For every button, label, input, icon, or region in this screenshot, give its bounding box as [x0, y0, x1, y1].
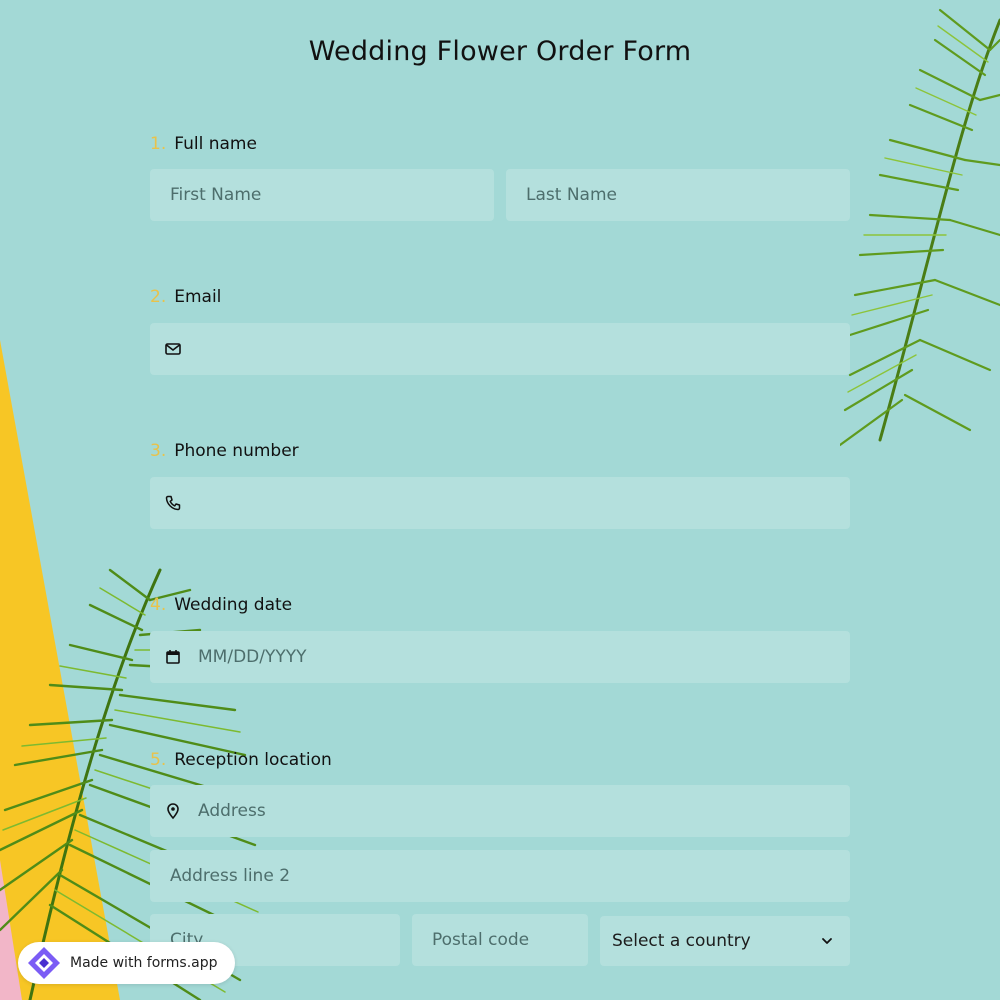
question-number: 3. [150, 441, 167, 461]
postal-code-input[interactable]: Postal code [412, 914, 588, 966]
question-label: Wedding date [174, 595, 293, 615]
address2-placeholder: Address line 2 [170, 866, 291, 886]
question-number: 4. [150, 595, 167, 615]
date-placeholder: MM/DD/YYYY [198, 647, 307, 667]
phone-input[interactable] [150, 477, 850, 529]
question-label: Phone number [174, 441, 299, 461]
last-name-input[interactable]: Last Name [506, 169, 850, 221]
map-pin-icon [164, 802, 182, 820]
forms-app-logo-icon [28, 947, 60, 979]
yellow-strip-decoration [0, 340, 120, 1000]
question-email: 2. Email [150, 287, 221, 307]
question-number: 5. [150, 750, 167, 770]
question-label: Reception location [174, 750, 332, 770]
address-line-2-input[interactable]: Address line 2 [150, 850, 850, 902]
address-placeholder: Address [198, 801, 266, 821]
question-number: 2. [150, 287, 167, 307]
question-reception-location: 5. Reception location [150, 750, 332, 770]
envelope-icon [164, 340, 182, 358]
badge-label: Made with forms.app [70, 955, 218, 971]
page-title: Wedding Flower Order Form [308, 36, 692, 67]
phone-icon [164, 494, 182, 512]
last-name-placeholder: Last Name [526, 185, 617, 205]
question-number: 1. [150, 134, 167, 154]
question-label: Full name [174, 134, 257, 154]
chevron-down-icon [818, 932, 836, 950]
question-full-name: 1. Full name [150, 134, 257, 154]
made-with-forms-app-badge[interactable]: Made with forms.app [18, 942, 235, 984]
first-name-input[interactable]: First Name [150, 169, 494, 221]
email-input[interactable] [150, 323, 850, 375]
palm-leaf-top-right [840, 8, 1000, 447]
first-name-placeholder: First Name [170, 185, 262, 205]
address-input[interactable]: Address [150, 785, 850, 837]
question-label: Email [174, 287, 222, 307]
wedding-date-input[interactable]: MM/DD/YYYY [150, 631, 850, 683]
postal-placeholder: Postal code [432, 930, 530, 950]
calendar-icon [164, 648, 182, 666]
question-wedding-date: 4. Wedding date [150, 595, 292, 615]
question-phone: 3. Phone number [150, 441, 299, 461]
country-select[interactable]: Select a country [600, 916, 850, 966]
country-selected-value: Select a country [612, 931, 751, 951]
